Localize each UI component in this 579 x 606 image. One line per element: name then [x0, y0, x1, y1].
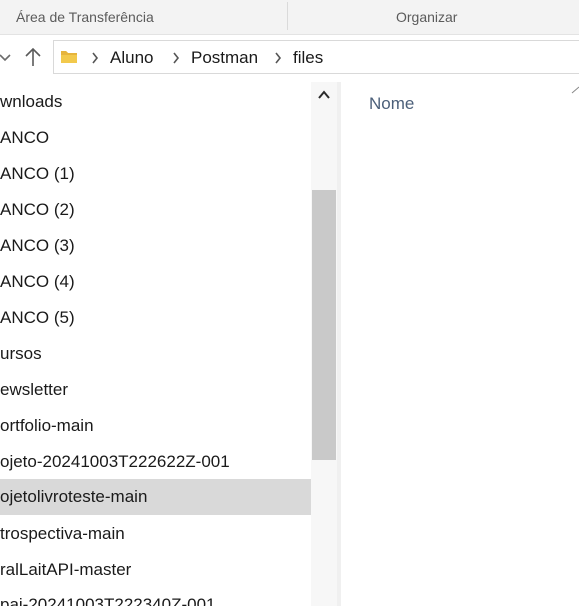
nav-item-label: ANCO (2) — [0, 200, 75, 219]
column-header-name[interactable]: Nome — [369, 94, 414, 114]
nav-item-projetolivroteste-main[interactable]: ojetolivroteste-main — [0, 479, 311, 515]
nav-item-label: ewsletter — [0, 380, 69, 399]
nav-item-label: ortfolio-main — [0, 416, 94, 435]
ribbon-separator — [287, 2, 288, 30]
nav-item-label: trospectiva-main — [0, 524, 125, 543]
chevron-right-icon — [90, 51, 100, 65]
nav-item-label: ANCO (1) — [0, 164, 75, 183]
nav-pane-scrollbar[interactable] — [311, 82, 337, 606]
nav-item-label: ojetolivroteste-main — [0, 487, 148, 506]
ribbon-group-labels: Área de Transferência Organizar — [0, 0, 579, 35]
chevron-right-icon — [273, 51, 283, 65]
nav-item-cursos[interactable]: ursos — [0, 336, 311, 372]
nav-item-label: ojeto-20241003T222622Z-001 — [0, 452, 230, 471]
nav-item-label: pai-20241003T222340Z-001 — [0, 595, 216, 606]
nav-item-anco-5[interactable]: ANCO (5) — [0, 300, 311, 336]
column-sort-icon — [571, 82, 579, 94]
nav-item-label: wnloads — [0, 92, 63, 111]
nav-item-label: ANCO (3) — [0, 236, 75, 255]
nav-item-anco-2[interactable]: ANCO (2) — [0, 192, 311, 228]
nav-item-downloads[interactable]: wnloads — [0, 84, 311, 120]
scrollbar-thumb[interactable] — [312, 190, 336, 460]
nav-item-label: ANCO — [0, 128, 50, 147]
file-list-pane: Nome — [341, 82, 579, 606]
breadcrumb-aluno[interactable]: Aluno — [110, 48, 153, 68]
breadcrumb-postman[interactable]: Postman — [191, 48, 258, 68]
nav-item-newsletter[interactable]: ewsletter — [0, 372, 311, 408]
nav-item-anco-3[interactable]: ANCO (3) — [0, 228, 311, 264]
nav-item-anco[interactable]: ANCO — [0, 120, 311, 156]
nav-item-anco-1[interactable]: ANCO (1) — [0, 156, 311, 192]
nav-item-serallaitapi-master[interactable]: ralLaitAPI-master — [0, 552, 311, 588]
breadcrumb-files[interactable]: files — [293, 48, 323, 68]
nav-item-anco-4[interactable]: ANCO (4) — [0, 264, 311, 300]
navigation-pane: wnloads ANCO ANCO (1) ANCO (2) ANCO (3) … — [0, 82, 337, 606]
nav-item-label: ralLaitAPI-master — [0, 560, 132, 579]
address-bar[interactable]: Aluno Postman files — [53, 40, 579, 74]
nav-item-label: ursos — [0, 344, 42, 363]
nav-item-papai-zip[interactable]: pai-20241003T222340Z-001 — [0, 587, 311, 606]
nav-item-label: ANCO (5) — [0, 308, 75, 327]
nav-item-projeto-zip[interactable]: ojeto-20241003T222622Z-001 — [0, 444, 311, 480]
arrow-up-icon[interactable] — [22, 45, 44, 69]
folder-icon — [60, 48, 78, 64]
nav-item-label: ANCO (4) — [0, 272, 75, 291]
nav-item-retrospectiva-main[interactable]: trospectiva-main — [0, 516, 311, 552]
address-row: Aluno Postman files — [0, 35, 579, 80]
ribbon-group-clipboard: Área de Transferência — [16, 9, 154, 25]
chevron-right-icon — [171, 51, 181, 65]
chevron-down-icon[interactable] — [0, 47, 12, 67]
ribbon-group-organize: Organizar — [396, 9, 458, 25]
nav-item-portfolio-main[interactable]: ortfolio-main — [0, 408, 311, 444]
chevron-up-icon[interactable] — [316, 88, 332, 102]
